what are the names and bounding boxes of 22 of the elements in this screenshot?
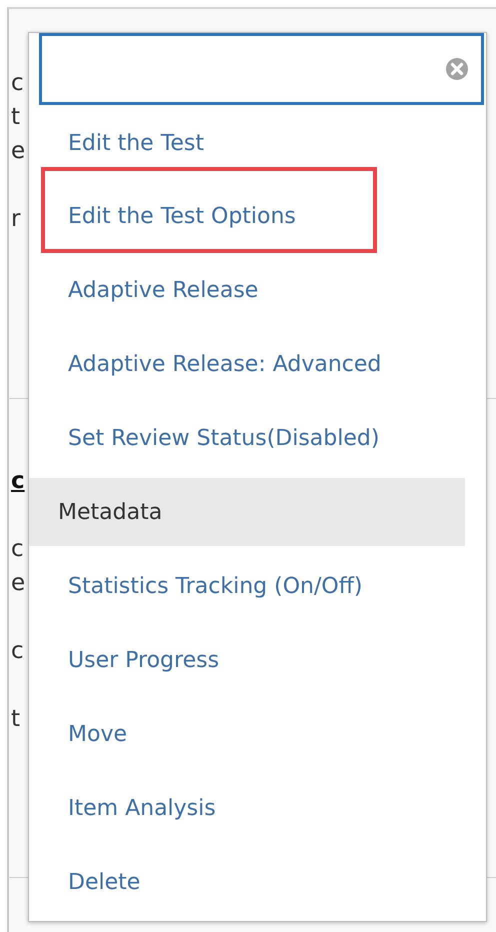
menu-item[interactable]: Adaptive Release: [39, 253, 475, 327]
search-field[interactable]: [39, 33, 484, 105]
menu-item[interactable]: Delete: [39, 845, 475, 919]
menu-item[interactable]: Metadata: [29, 478, 465, 546]
text-fragment: t: [11, 706, 20, 732]
text-fragment: r: [11, 206, 20, 232]
menu-item[interactable]: User Progress: [39, 623, 475, 697]
menu-item[interactable]: Edit the Test Options: [39, 179, 475, 253]
text-fragment: e: [11, 138, 26, 164]
menu-item[interactable]: Statistics Tracking (On/Off): [39, 549, 475, 623]
menu-item[interactable]: Item Analysis: [39, 771, 475, 845]
text-fragment: t: [11, 104, 20, 130]
clear-icon[interactable]: [445, 57, 469, 81]
heading-fragment[interactable]: c: [11, 468, 25, 494]
text-fragment: e: [11, 570, 26, 596]
menu-item[interactable]: Set Review Status(Disabled): [39, 401, 475, 475]
text-fragment: c: [11, 638, 24, 664]
menu-item[interactable]: Adaptive Release: Advanced: [39, 327, 475, 401]
menu-item[interactable]: Move: [39, 697, 475, 771]
text-fragment: c: [11, 70, 24, 96]
text-fragment: c: [11, 536, 24, 562]
menu-item[interactable]: Edit the Test: [39, 107, 475, 179]
